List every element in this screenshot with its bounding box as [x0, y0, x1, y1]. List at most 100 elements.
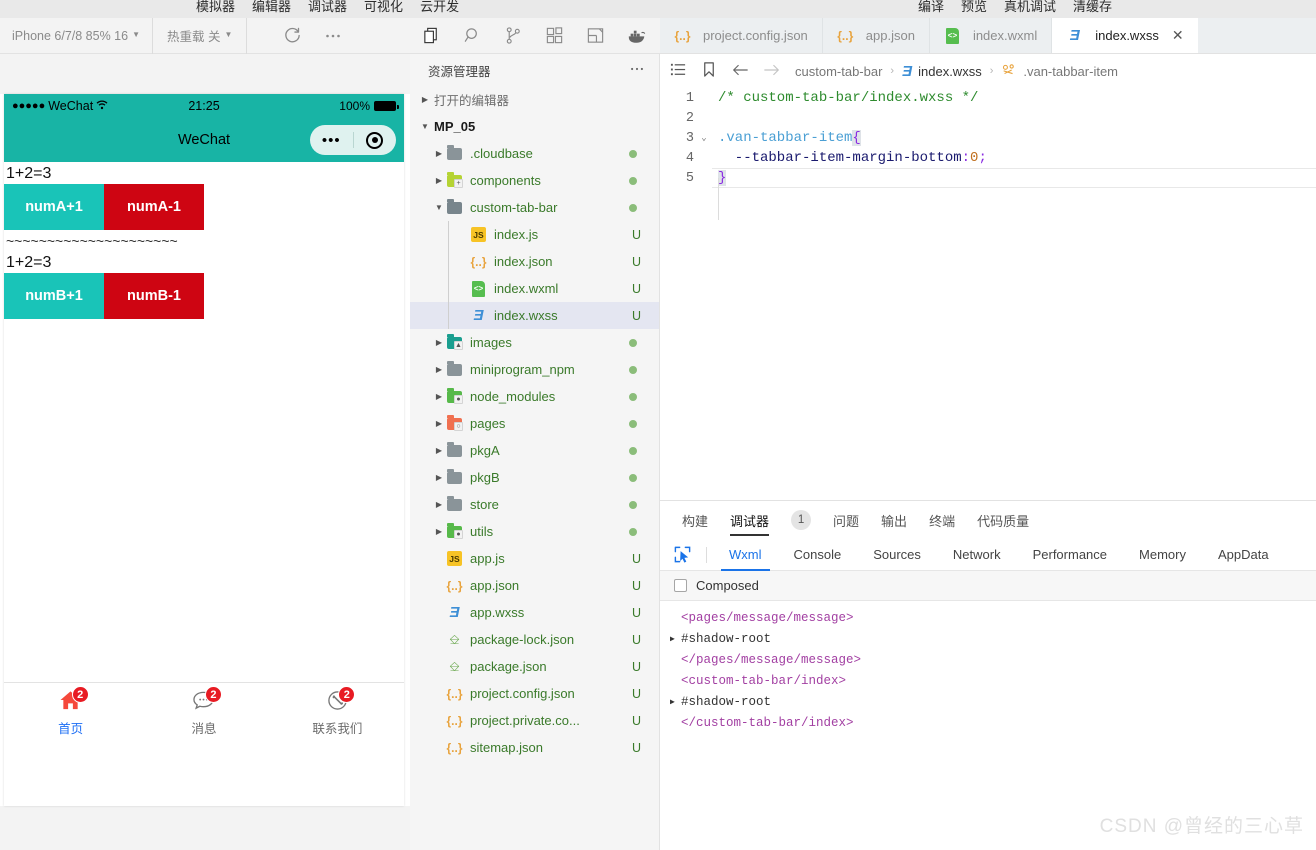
numA-plus-button[interactable]: numA+1 [4, 184, 104, 230]
debugger-panel-tab[interactable]: 调试器 [730, 501, 770, 539]
composed-checkbox[interactable] [674, 579, 687, 592]
refresh-icon[interactable] [283, 26, 302, 45]
tree-row[interactable]: ▶ pkgA [410, 437, 659, 464]
wxml-tree-node[interactable]: ▶ #shadow-root [670, 628, 1316, 649]
top-menu-item-0[interactable]: 模拟器 [196, 0, 235, 15]
devtools-tab[interactable]: Sources [857, 539, 937, 571]
devtools-tab[interactable]: Memory [1123, 539, 1202, 571]
wxml-tree-node[interactable]: ▶ #shadow-root [670, 691, 1316, 712]
breadcrumb-part-file[interactable]: index.wxss [918, 64, 982, 79]
tree-row[interactable]: ▶JSindex.jsU [410, 221, 659, 248]
numA-minus-button[interactable]: numA-1 [104, 184, 204, 230]
editor-tab[interactable]: <> index.wxml [929, 18, 1053, 53]
tree-row[interactable]: ▶{..}app.jsonU [410, 572, 659, 599]
tree-row[interactable]: ▶Ǝapp.wxssU [410, 599, 659, 626]
top-menu-action-0[interactable]: 编译 [918, 0, 944, 15]
wxml-tree-node[interactable]: </pages/message/message> [670, 649, 1316, 670]
tab-contact[interactable]: 2 联系我们 [271, 686, 404, 737]
chevron-right-icon[interactable]: ▶ [432, 419, 446, 428]
editor-tab[interactable]: {..} project.config.json [660, 18, 823, 53]
top-menu-item-3[interactable]: 可视化 [364, 0, 403, 15]
tree-row[interactable]: ▶Ǝindex.wxssU [410, 302, 659, 329]
chevron-down-icon[interactable]: ▼ [432, 203, 446, 212]
wxml-tree-node[interactable]: <custom-tab-bar/index> [670, 670, 1316, 691]
tree-row[interactable]: ▶ .cloudbase [410, 140, 659, 167]
tree-row[interactable]: ▼ custom-tab-bar [410, 194, 659, 221]
inspect-element-icon[interactable] [668, 543, 696, 567]
wxml-tree-node[interactable]: </custom-tab-bar/index> [670, 712, 1316, 733]
wechat-capsule-button[interactable]: ••• [310, 125, 396, 155]
tree-row[interactable]: ▶ ● node_modules [410, 383, 659, 410]
top-menu-action-1[interactable]: 预览 [961, 0, 987, 15]
project-root-row[interactable]: ▼ MP_05 [410, 113, 659, 140]
top-menu-item-1[interactable]: 编辑器 [252, 0, 291, 15]
chevron-right-icon[interactable]: ▶ [432, 392, 446, 401]
breadcrumb-part-symbol[interactable]: .van-tabbar-item [1023, 64, 1118, 79]
expand-triangle-icon[interactable]: ▶ [670, 634, 678, 644]
code-editor[interactable]: 1/* custom-tab-bar/index.wxss */2 3 ⌄ .van-… [660, 88, 1316, 500]
breadcrumb-part-folder[interactable]: custom-tab-bar [795, 64, 882, 79]
more-icon[interactable] [629, 61, 645, 80]
arrow-left-icon[interactable] [731, 62, 749, 81]
debugger-panel-tab[interactable]: 终端 [929, 501, 955, 539]
chevron-right-icon[interactable]: ▶ [432, 176, 446, 185]
wxml-tree-node[interactable]: <pages/message/message> [670, 607, 1316, 628]
chevron-right-icon[interactable]: ▶ [418, 95, 432, 104]
capsule-more-icon[interactable]: ••• [310, 132, 353, 149]
debugger-panel-tab[interactable]: 代码质量 [977, 501, 1029, 539]
tree-row[interactable]: ▶ ▲ images [410, 329, 659, 356]
devtools-tab[interactable]: Console [778, 539, 858, 571]
chevron-right-icon[interactable]: ▶ [432, 446, 446, 455]
tree-row[interactable]: ▶ ● utils [410, 518, 659, 545]
tree-row[interactable]: ▶ + components [410, 167, 659, 194]
extensions-icon[interactable] [545, 26, 564, 45]
tree-row[interactable]: ▶{..}project.config.jsonU [410, 680, 659, 707]
editor-tab[interactable]: {..} app.json [822, 18, 930, 53]
tree-row[interactable]: ▶{..}sitemap.jsonU [410, 734, 659, 761]
expand-triangle-icon[interactable]: ▶ [670, 697, 678, 707]
chevron-right-icon[interactable]: ▶ [432, 338, 446, 347]
device-selector[interactable]: iPhone 6/7/8 85% 16 ▼ [0, 17, 153, 54]
chevron-right-icon[interactable]: ▶ [432, 473, 446, 482]
tree-row[interactable]: ▶ store [410, 491, 659, 518]
top-menu-action-3[interactable]: 清缓存 [1073, 0, 1112, 15]
more-icon[interactable] [324, 27, 342, 45]
chevron-down-icon[interactable]: ▼ [418, 122, 432, 131]
bookmark-icon[interactable] [701, 61, 717, 81]
capsule-close-icon[interactable] [354, 131, 397, 149]
search-icon[interactable] [463, 26, 482, 45]
editor-tab[interactable]: Ǝindex.wxss ✕ [1052, 18, 1198, 53]
tree-row[interactable]: ▶JSapp.jsU [410, 545, 659, 572]
top-menu-item-4[interactable]: 云开发 [420, 0, 459, 15]
list-icon[interactable] [670, 61, 687, 81]
tree-row[interactable]: ▶⎒package.jsonU [410, 653, 659, 680]
chevron-right-icon[interactable]: ▶ [432, 527, 446, 536]
layout-icon[interactable] [586, 26, 605, 45]
tree-row[interactable]: ▶ ○ pages [410, 410, 659, 437]
numB-plus-button[interactable]: numB+1 [4, 273, 104, 319]
debugger-panel-tab[interactable]: 构建 [682, 501, 708, 539]
top-menu-item-2[interactable]: 调试器 [308, 0, 347, 15]
arrow-right-icon[interactable] [763, 62, 781, 81]
tree-row[interactable]: ▶ miniprogram_npm [410, 356, 659, 383]
tree-row[interactable]: ▶{..}index.jsonU [410, 248, 659, 275]
source-control-icon[interactable] [504, 26, 523, 45]
chevron-right-icon[interactable]: ▶ [432, 149, 446, 158]
hot-reload-selector[interactable]: 热重载 关 ▼ [153, 17, 248, 54]
debugger-panel-tab[interactable]: 问题 [833, 501, 859, 539]
tree-row[interactable]: ▶ pkgB [410, 464, 659, 491]
devtools-tab[interactable]: AppData [1202, 539, 1285, 571]
devtools-tab[interactable]: Network [937, 539, 1017, 571]
open-editors-row[interactable]: ▶ 打开的编辑器 [410, 86, 659, 113]
tree-row[interactable]: ▶{..}project.private.co...U [410, 707, 659, 734]
tab-message[interactable]: 2 消息 [137, 686, 270, 737]
files-icon[interactable] [422, 26, 441, 45]
chevron-right-icon[interactable]: ▶ [432, 365, 446, 374]
devtools-tab[interactable]: Performance [1017, 539, 1123, 571]
fold-chevron-icon[interactable]: ⌄ [696, 133, 712, 143]
chevron-right-icon[interactable]: ▶ [432, 500, 446, 509]
composed-checkbox-row[interactable]: Composed [660, 571, 1316, 601]
debugger-panel-tab[interactable]: 输出 [881, 501, 907, 539]
tree-row[interactable]: ▶<>index.wxmlU [410, 275, 659, 302]
close-icon[interactable]: ✕ [1172, 27, 1184, 44]
